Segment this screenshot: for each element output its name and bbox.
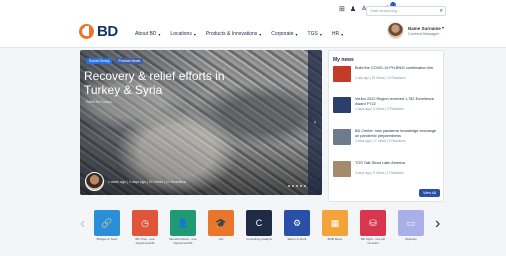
nav-item-products[interactable]: Products & Innovations ▾ xyxy=(206,31,261,37)
news-item[interactable]: Veritor 2022 Region received 1,782 Excel… xyxy=(333,97,441,119)
app-tile[interactable]: 🎓 LID xyxy=(208,210,236,242)
hero-banner[interactable]: Social Giving Product News Recovery & re… xyxy=(80,50,322,195)
graduation-cap-icon[interactable]: 🎓 xyxy=(208,210,234,236)
chevron-down-icon: ▾ xyxy=(319,31,322,37)
news-meta: 1 day ago | 20 Views | 10 Reactions xyxy=(355,76,406,80)
app-label: Ethics & Work xyxy=(287,237,307,241)
carousel-dots xyxy=(288,185,306,187)
app-label: BD Time - use DayforceHCM xyxy=(135,237,155,245)
user-icon[interactable]: ♟ xyxy=(350,6,356,14)
app-label: Benefits Direct - use DayforceHCM xyxy=(169,237,197,245)
gear-icon[interactable]: ⚙ xyxy=(284,210,310,236)
hero-title[interactable]: Recovery & relief efforts in Turkey & Sy… xyxy=(84,69,234,97)
news-thumbnail xyxy=(333,66,351,82)
news-headline[interactable]: BD Center: new pandemic knowledge exchan… xyxy=(355,129,441,138)
nav-label: HR xyxy=(331,31,340,37)
grid-apps-icon[interactable]: ⊞ xyxy=(339,6,345,14)
nav-label: About BD xyxy=(135,31,157,37)
app-tile[interactable]: C Consulting Catalyst xyxy=(246,210,274,242)
main-nav: About BD ▾ Locations ▾ Products & Innovati… xyxy=(135,31,343,37)
hero-subtitle: Relief for Turkey... xyxy=(86,100,115,104)
view-all-button[interactable]: View All xyxy=(419,189,441,197)
user-menu[interactable]: Name Surname Content Manager ▾ xyxy=(387,22,445,39)
chevron-down-icon: ▾ xyxy=(442,25,445,30)
app-launcher: ‹ 🔗 Bridges & Tools ◷ BD Time - use Dayforc… xyxy=(80,208,444,252)
search-placeholder: Start searching... xyxy=(370,8,401,13)
bd-logo[interactable]: BD xyxy=(79,23,118,40)
app-tile[interactable]: ◷ BD Time - use DayforceHCM xyxy=(132,210,160,245)
news-panel-title: My news xyxy=(333,57,354,63)
carousel-dot[interactable] xyxy=(304,185,306,187)
nav-label: Locations xyxy=(170,31,192,37)
news-item[interactable]: Build the COVID-19 PH-BNS/ combination k… xyxy=(333,66,441,88)
nav-item-hr[interactable]: HR ▾ xyxy=(332,31,343,37)
person-icon[interactable]: 👤 xyxy=(170,210,196,236)
news-meta: 3 days ago | 9 Views | 1 Reactions xyxy=(355,171,404,175)
carousel-next-arrow-icon[interactable]: › xyxy=(308,50,322,195)
app-tile[interactable]: ⛁ BD Sight - use AD Contract xyxy=(360,210,388,245)
c-logo-icon[interactable]: C xyxy=(246,210,272,236)
user-role: Content Manager xyxy=(408,30,439,36)
grid-icon[interactable]: ▦ xyxy=(322,210,348,236)
hero-meta: 1 week ago | 3 days ago | 20 Views | 10 … xyxy=(108,180,187,184)
nav-item-tgs[interactable]: TGS ▾ xyxy=(308,31,322,37)
my-news-panel: My news Build the COVID-19 PH-BNS/ combi… xyxy=(328,50,444,202)
carousel-dot[interactable] xyxy=(296,185,298,187)
app-tile[interactable]: ▦ BOB Menu xyxy=(322,210,350,242)
top-bar: BD ⊞ ♟ ≗ ⚙ 🔔1 Start searching... ⌕ About… xyxy=(0,0,506,48)
news-headline[interactable]: Veritor 2022 Region received 1,782 Excel… xyxy=(355,97,441,106)
user-info: Name Surname Content Manager xyxy=(408,26,441,36)
news-meta: 2 days ago | 5 Views | 2 Reactions xyxy=(355,107,404,111)
app-label: BD Sight - use AD Contract xyxy=(360,237,386,245)
news-headline[interactable]: TGS Talk Show Latin America xyxy=(355,161,441,166)
chevron-down-icon: ▾ xyxy=(295,31,298,37)
news-meta: 3 days ago | 17 Views | 3 Reactions xyxy=(355,139,406,143)
link-icon[interactable]: 🔗 xyxy=(94,210,120,236)
app-label: Workday xyxy=(405,237,417,241)
news-thumbnail xyxy=(333,129,351,145)
bd-logo-mark-icon xyxy=(79,24,94,39)
tag-badge[interactable]: Product News xyxy=(115,58,144,64)
chevron-down-icon: ▾ xyxy=(158,31,161,37)
app-tile[interactable]: ⚙ Ethics & Work xyxy=(284,210,312,242)
app-tile[interactable]: 🔗 Bridges & Tools xyxy=(94,210,122,242)
nav-item-locations[interactable]: Locations ▾ xyxy=(170,31,195,37)
carousel-dot[interactable] xyxy=(288,185,290,187)
app-tile[interactable]: 👤 Benefits Direct - use DayforceHCM xyxy=(169,210,198,245)
app-label: Bridges & Tools xyxy=(96,237,118,241)
clock-icon[interactable]: ◷ xyxy=(132,210,158,236)
tag-badge[interactable]: Social Giving xyxy=(86,58,113,64)
author-avatar xyxy=(85,172,104,191)
chevron-right-icon[interactable]: › xyxy=(435,216,440,232)
news-thumbnail xyxy=(333,161,351,177)
carousel-dot[interactable] xyxy=(300,185,302,187)
nav-item-about[interactable]: About BD ▾ xyxy=(135,31,160,37)
chevron-down-icon: ▾ xyxy=(341,31,344,37)
search-input[interactable]: Start searching... ⌕ xyxy=(366,6,446,16)
chevron-left-icon[interactable]: ‹ xyxy=(80,216,85,232)
search-icon[interactable]: ⌕ xyxy=(440,7,443,15)
chevron-down-icon: ▾ xyxy=(259,31,262,37)
news-headline[interactable]: Build the COVID-19 PH-BNS/ combination k… xyxy=(355,66,441,71)
workday-icon[interactable]: ▭ xyxy=(398,210,424,236)
nav-label: TGS xyxy=(307,31,318,37)
nav-item-corporate[interactable]: Corporate ▾ xyxy=(271,31,297,37)
avatar xyxy=(387,22,404,39)
app-label: Consulting Catalyst xyxy=(246,237,272,241)
carousel-dot[interactable] xyxy=(292,185,294,187)
news-item[interactable]: BD Center: new pandemic knowledge exchan… xyxy=(333,129,441,151)
news-item[interactable]: TGS Talk Show Latin America 3 days ago |… xyxy=(333,161,441,183)
chevron-down-icon: ▾ xyxy=(193,31,196,37)
app-label: BOB Menu xyxy=(327,237,343,241)
news-thumbnail xyxy=(333,97,351,113)
app-label: LID xyxy=(218,237,224,241)
hero-tags: Social Giving Product News xyxy=(86,58,144,64)
nav-label: Corporate xyxy=(271,31,294,37)
app-tile[interactable]: ▭ Workday xyxy=(398,210,426,242)
database-icon[interactable]: ⛁ xyxy=(360,210,386,236)
logo-text: BD xyxy=(97,23,118,40)
nav-label: Products & Innovations xyxy=(205,31,258,37)
